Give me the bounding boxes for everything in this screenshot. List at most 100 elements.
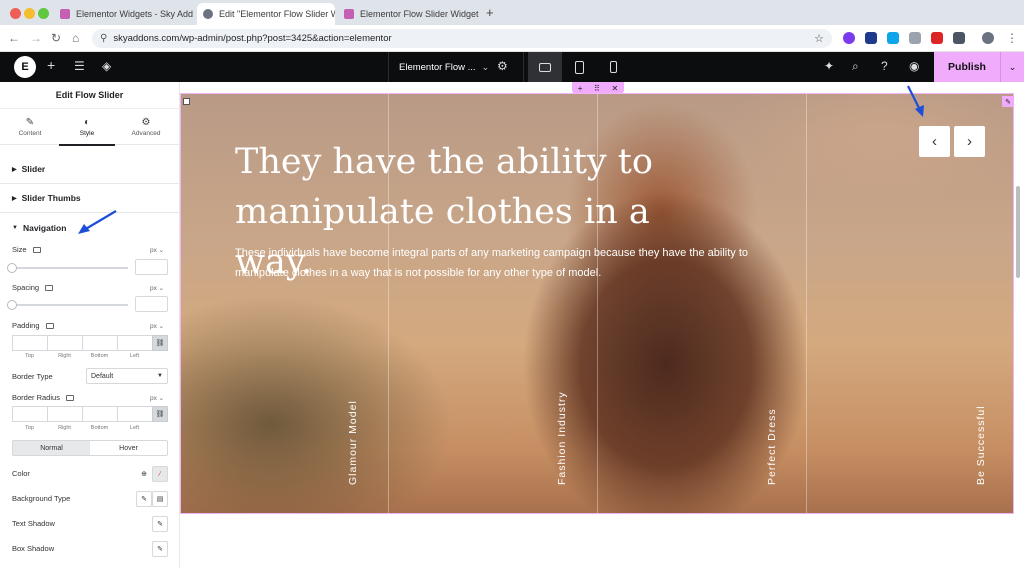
site-settings-icon[interactable]: ⚲ <box>100 33 107 44</box>
section-slider[interactable]: ▶ Slider <box>0 155 180 184</box>
slider-thumb-label[interactable]: Fashion Industry <box>556 391 568 485</box>
text-shadow-edit-icon[interactable]: ✎ <box>152 516 168 532</box>
extension-icon[interactable] <box>887 32 899 44</box>
half-circle-style-icon: ◐ <box>83 117 91 128</box>
spacing-unit-select[interactable]: px ⌄ <box>150 284 164 292</box>
site-settings-sliders-icon[interactable]: ☰ <box>74 59 85 73</box>
padding-left-input[interactable] <box>117 335 152 351</box>
box-shadow-edit-icon[interactable]: ✎ <box>152 541 168 557</box>
tab-advanced[interactable]: ⚙ Advanced <box>118 109 174 145</box>
gear-icon: ⚙ <box>141 117 151 128</box>
column-layout-icon[interactable] <box>183 98 190 105</box>
tab-style[interactable]: ◐ Style <box>59 109 115 146</box>
add-section-icon[interactable]: + <box>578 84 583 93</box>
mobile-view-button[interactable] <box>596 52 630 82</box>
tablet-view-button[interactable] <box>562 52 596 82</box>
radius-dimension-labels: Top Right Bottom Left <box>12 425 152 431</box>
padding-bottom-input[interactable] <box>82 335 117 351</box>
hover-state-tab[interactable]: Hover <box>90 441 167 455</box>
puzzle-extensions-icon[interactable] <box>953 32 965 44</box>
delete-section-icon[interactable]: ✕ <box>611 84 618 93</box>
gradient-icon[interactable]: ▤ <box>152 491 168 507</box>
global-colors-icon[interactable]: ⊕ <box>136 466 152 482</box>
slider-next-button[interactable]: › <box>954 126 985 157</box>
address-toolbar: ← → ↻ ⌂ ⚲ skyaddons.com/wp-admin/post.ph… <box>0 25 1024 52</box>
padding-top-input[interactable] <box>12 335 47 351</box>
preview-eye-icon[interactable]: ◉ <box>909 59 919 73</box>
radius-right-input[interactable] <box>47 406 82 422</box>
extension-icon[interactable] <box>931 32 943 44</box>
link-values-icon[interactable]: ⛓ <box>152 406 168 422</box>
spacing-input[interactable] <box>135 296 168 312</box>
edit-widget-pencil-icon[interactable]: ✎ <box>1002 96 1014 107</box>
padding-unit-select[interactable]: px ⌄ <box>150 322 164 330</box>
normal-state-tab[interactable]: Normal <box>13 441 90 455</box>
border-type-select[interactable]: Default ▼ <box>86 368 168 384</box>
tab-close-icon[interactable]: ✕ <box>193 9 196 20</box>
extension-icon[interactable] <box>909 32 921 44</box>
radius-left-input[interactable] <box>117 406 152 422</box>
radius-bottom-input[interactable] <box>82 406 117 422</box>
panel-title: Edit Flow Slider <box>0 82 179 109</box>
tablet-icon <box>574 60 584 74</box>
tab-label: Content <box>18 130 42 137</box>
canvas-scrollbar[interactable] <box>1016 186 1020 278</box>
caret-right-icon: ▶ <box>12 195 17 202</box>
radius-top-input[interactable] <box>12 406 47 422</box>
background-type-label: Background Type <box>12 494 70 503</box>
publish-button[interactable]: Publish <box>934 52 1000 82</box>
browser-tab-1[interactable]: Elementor Widgets - Sky Add ✕ <box>54 3 196 25</box>
publish-options-chevron-icon[interactable]: ⌄ <box>1000 52 1024 82</box>
size-unit-select[interactable]: px ⌄ <box>150 246 164 254</box>
browser-menu-icon[interactable]: ⋮ <box>1006 31 1018 45</box>
link-values-icon[interactable]: ⛓ <box>152 335 168 351</box>
slider-thumb-label[interactable]: Be Successful <box>975 405 987 485</box>
tab-label: Elementor Flow Slider Widget <box>360 9 479 19</box>
page-settings-gear-icon[interactable]: ⚙ <box>497 59 508 73</box>
dim-label: Top <box>25 353 34 359</box>
slider-prev-button[interactable]: ‹ <box>919 126 950 157</box>
desktop-icon <box>539 62 551 72</box>
structure-layers-icon[interactable]: ◈ <box>102 59 111 73</box>
size-slider-track[interactable] <box>12 267 128 269</box>
bookmark-star-icon[interactable]: ☆ <box>814 32 824 45</box>
slider-thumb-label[interactable]: Glamour Model <box>347 400 359 485</box>
elementor-logo[interactable]: E <box>14 56 36 78</box>
padding-label: Padding <box>12 321 54 330</box>
extension-icon[interactable] <box>843 32 855 44</box>
size-slider-handle[interactable] <box>7 263 17 273</box>
text-shadow-label: Text Shadow <box>12 519 55 528</box>
drag-handle-icon[interactable]: ⠿ <box>594 84 600 93</box>
classic-brush-icon[interactable]: ✎ <box>136 491 152 507</box>
browser-tab-3[interactable]: Elementor Flow Slider Widget ✕ <box>338 3 480 25</box>
desktop-view-button[interactable] <box>528 52 562 82</box>
profile-avatar[interactable] <box>982 32 994 44</box>
window-maximize-button[interactable] <box>38 8 49 19</box>
spacing-slider-track[interactable] <box>12 304 128 306</box>
window-minimize-button[interactable] <box>24 8 35 19</box>
add-element-icon[interactable]: + <box>47 57 55 73</box>
tab-label: Style <box>79 130 95 137</box>
browser-tab-2[interactable]: Edit "Elementor Flow Slider W ✕ <box>197 3 335 25</box>
extension-icon[interactable] <box>865 32 877 44</box>
slider-thumb-label[interactable]: Perfect Dress <box>766 408 778 485</box>
back-button[interactable]: ← <box>8 31 20 45</box>
tab-label: Advanced <box>131 130 161 137</box>
reload-button[interactable]: ↻ <box>51 31 61 45</box>
tab-content[interactable]: ✎ Content <box>2 109 58 145</box>
url-bar[interactable]: ⚲ skyaddons.com/wp-admin/post.php?post=3… <box>92 29 832 48</box>
border-radius-unit-select[interactable]: px ⌄ <box>150 394 164 402</box>
forward-button[interactable]: → <box>30 31 42 45</box>
color-picker-swatch[interactable]: ⁄ <box>152 466 168 482</box>
spacing-slider-handle[interactable] <box>7 300 17 310</box>
size-label: Size <box>12 245 41 254</box>
new-tab-button[interactable]: + <box>486 5 494 20</box>
size-input[interactable] <box>135 259 168 275</box>
search-icon[interactable]: ⌕ <box>852 59 859 74</box>
notes-rocket-icon[interactable]: ✦ <box>824 59 834 73</box>
home-button[interactable]: ⌂ <box>72 31 79 45</box>
tab-close-icon[interactable]: ✕ <box>479 9 480 20</box>
help-icon[interactable]: ? <box>881 59 888 73</box>
window-close-button[interactable] <box>10 8 21 19</box>
padding-right-input[interactable] <box>47 335 82 351</box>
